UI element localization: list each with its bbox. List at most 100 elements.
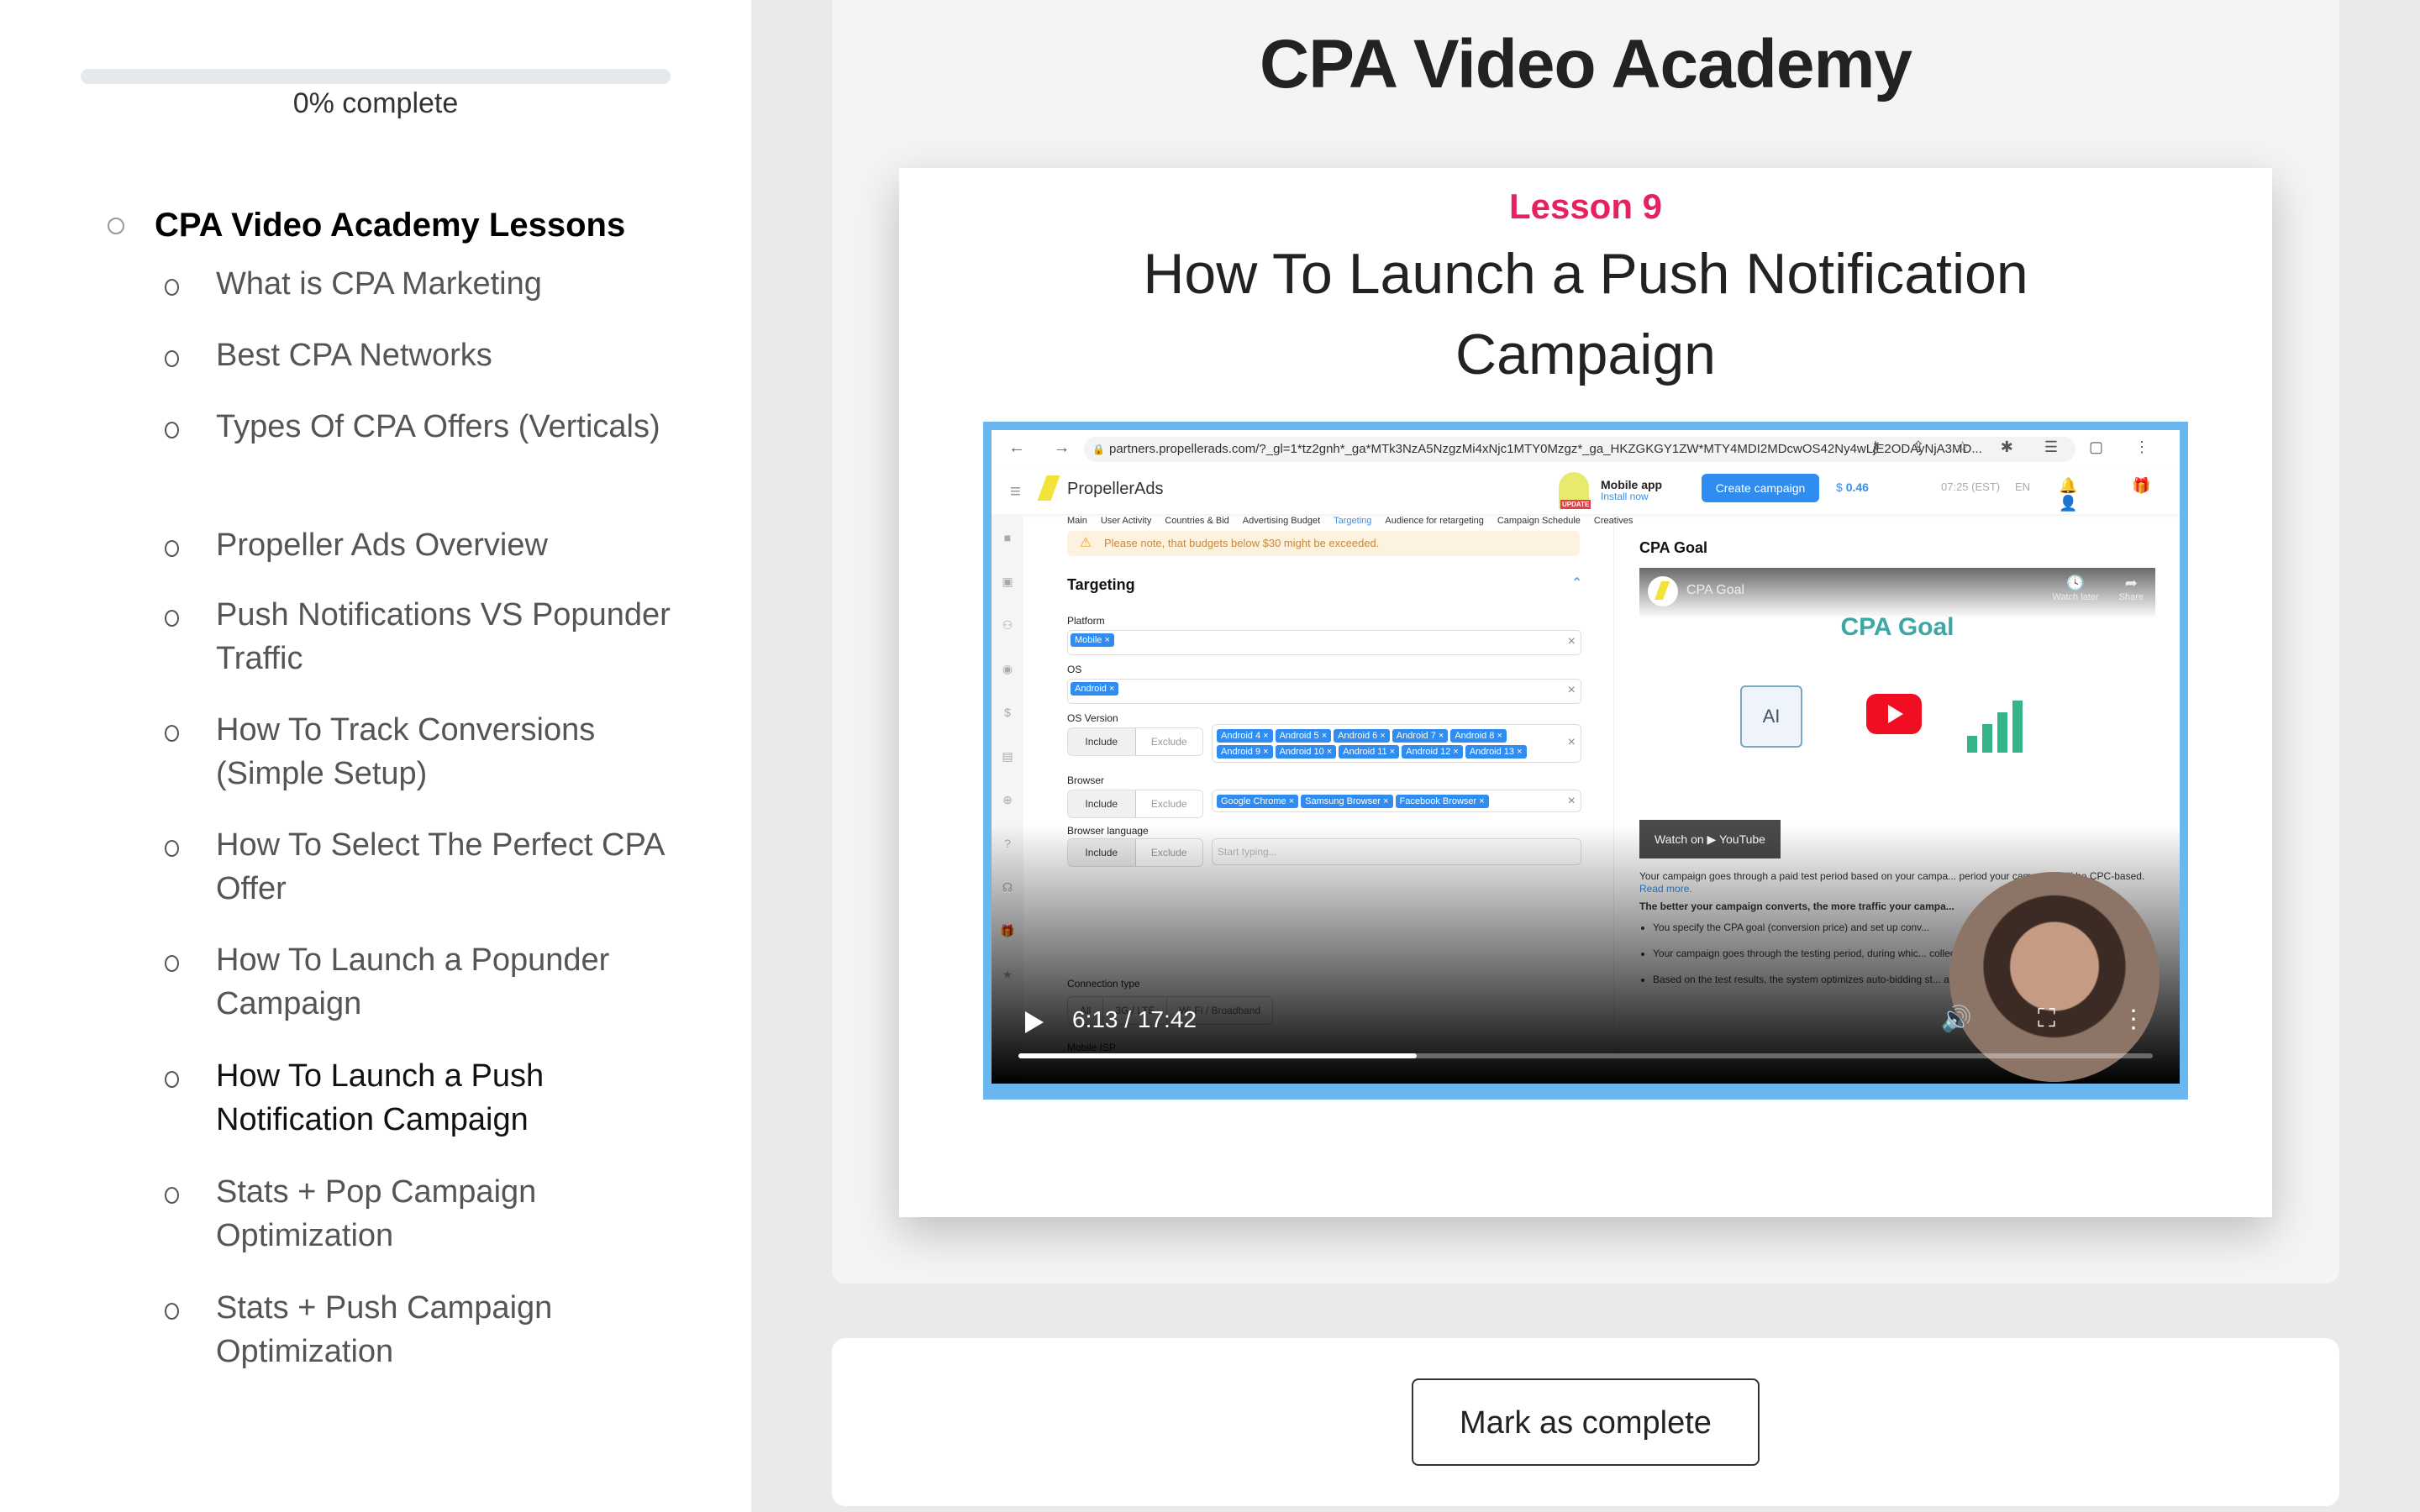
ai-chip-icon: AI <box>1740 685 1802 748</box>
balance-value: 0.46 <box>1845 480 1869 494</box>
video-player[interactable]: ← → C 🔒 partners.propellerads.com/?_gl=1… <box>983 422 2188 1100</box>
campaign-tab: Advertising Budget <box>1242 516 1321 526</box>
dollar-icon: $ <box>1004 706 1011 719</box>
campaign-tab: Campaign Schedule <box>1497 516 1581 526</box>
os-version-label: OS Version <box>1067 712 1118 724</box>
lesson-item[interactable]: Propeller Ads Overview <box>165 523 687 567</box>
clear-icon: × <box>1567 794 1576 808</box>
install-now-link: Install now <box>1601 491 1649 502</box>
selected-chip: Android 8 × <box>1450 729 1507 743</box>
lesson-status-circle-icon <box>165 422 179 438</box>
lesson-item[interactable]: Push Notifications VS Popunder Traffic <box>165 593 687 680</box>
lesson-item-label: Types Of CPA Offers (Verticals) <box>216 409 660 444</box>
lesson-item-label: Stats + Pop Campaign Optimization <box>216 1174 537 1253</box>
browser-toolbar-icons: ⚷ ⇪ ☆ ✱ ☰ ▢ ⋮ <box>1870 438 2163 455</box>
progress-label: 0% complete <box>292 87 459 119</box>
lesson-item[interactable]: Stats + Push Campaign Optimization <box>165 1286 687 1373</box>
lesson-title: How To Launch a Push Notification Campai… <box>1143 242 2028 386</box>
mark-as-complete-button[interactable]: Mark as complete <box>1412 1378 1760 1466</box>
propellerads-brand: PropellerAds <box>1037 474 1164 504</box>
play-icon[interactable] <box>1025 1011 1044 1033</box>
lesson-status-circle-icon <box>165 610 179 627</box>
exclude-toggle: Exclude <box>1150 798 1187 810</box>
clock-time: 07:25 (EST) <box>1941 480 2001 493</box>
mobile-app-promo: UPDATE Mobile app Install now <box>1559 472 1662 509</box>
selected-chip: Android 11 × <box>1339 745 1400 759</box>
campaign-tab: Main <box>1067 516 1087 526</box>
brand-name: PropellerAds <box>1067 479 1164 498</box>
browser-label: Browser <box>1067 774 1105 786</box>
player-right-controls: 🔊 ⛶ ⋮ <box>1941 1005 2146 1034</box>
warning-text: Please note, that budgets below $30 migh… <box>1104 537 1380 549</box>
course-progress-bar <box>81 69 671 84</box>
phone-icon: UPDATE <box>1559 472 1591 509</box>
include-toggle: Include <box>1068 728 1136 755</box>
campaign-tab: Countries & Bid <box>1165 516 1229 526</box>
youtube-thumbnail-title: CPA Goal <box>1840 613 1954 641</box>
selected-chip: Android × <box>1071 682 1119 696</box>
propellerads-logo-icon <box>1037 474 1062 504</box>
os-version-field: Android 4 × Android 5 × Android 6 × Android… <box>1212 724 1581 763</box>
add-circle-icon: ⊕ <box>1002 793 1013 806</box>
currency-symbol: $ <box>1836 480 1843 494</box>
lesson-status-circle-icon <box>165 840 179 857</box>
share-action: ➦ Share <box>2119 575 2144 602</box>
balance: $ 0.46 <box>1836 480 1869 494</box>
lesson-section-title: CPA Video Academy Lessons <box>155 207 626 244</box>
lesson-actions-card: Mark as complete <box>832 1338 2339 1506</box>
lesson-item[interactable]: How To Track Conversions (Simple Setup) <box>165 708 687 795</box>
lesson-number: Lesson 9 <box>1508 186 1663 226</box>
cpa-goal-heading: CPA Goal <box>1639 539 1708 556</box>
clear-icon: × <box>1567 634 1576 648</box>
warning-icon: ⚠ <box>1079 536 1092 550</box>
campaign-tab: Audience for retargeting <box>1385 516 1484 526</box>
selected-chip: Android 9 × <box>1217 745 1273 759</box>
lesson-item[interactable]: How To Launch a Popunder Campaign <box>165 938 687 1026</box>
lesson-item-label: How To Launch a Popunder Campaign <box>216 942 610 1021</box>
targeting-heading: Targeting <box>1067 576 1135 593</box>
update-badge: UPDATE <box>1560 500 1591 509</box>
menu-icon: ≡ <box>1010 480 1021 501</box>
selected-chip: Google Chrome × <box>1217 795 1299 808</box>
os-label: OS <box>1067 664 1082 675</box>
selected-chip: Mobile × <box>1071 633 1114 647</box>
lesson-item[interactable]: Best CPA Networks <box>165 333 687 377</box>
lesson-section-header[interactable]: CPA Video Academy Lessons <box>108 207 625 244</box>
course-sidebar: 0% complete CPA Video Academy Lessons Wh… <box>0 0 751 1512</box>
lesson-item[interactable]: How To Select The Perfect CPA Offer <box>165 823 687 911</box>
volume-icon[interactable]: 🔊 <box>1941 1005 1972 1034</box>
selected-chip: Samsung Browser × <box>1301 795 1393 808</box>
video-seek-bar[interactable] <box>1018 1053 2153 1058</box>
lesson-item[interactable]: How To Launch a Push Notification Campai… <box>165 1054 687 1142</box>
video-seek-progress <box>1018 1053 1417 1058</box>
video-browser-chrome: ← → C 🔒 partners.propellerads.com/?_gl=1… <box>992 430 2180 470</box>
watch-later-action: 🕓 Watch later <box>2052 575 2098 602</box>
lesson-status-circle-icon <box>165 1303 179 1320</box>
os-version-include-exclude: Include Exclude <box>1067 727 1203 756</box>
channel-avatar-icon <box>1648 576 1678 606</box>
share-label: Share <box>2118 592 2144 602</box>
eye-icon: ◉ <box>1002 662 1013 675</box>
youtube-embed: CPA Goal 🕓 Watch later ➦ Share CPA Goal AI… <box>1639 568 2155 858</box>
video-screen[interactable]: ← → C 🔒 partners.propellerads.com/?_gl=1… <box>992 430 2180 1084</box>
video-time: 6:13 / 17:42 <box>1072 1006 1197 1032</box>
youtube-play-icon <box>1866 694 1922 734</box>
browser-include-exclude: Include Exclude <box>1067 790 1203 818</box>
lesson-item-label: Propeller Ads Overview <box>216 528 548 563</box>
fullscreen-icon[interactable]: ⛶ <box>2038 1005 2055 1034</box>
lesson-item[interactable]: Types Of CPA Offers (Verticals) <box>165 405 687 449</box>
selected-chip: Facebook Browser × <box>1395 795 1489 808</box>
campaign-tab: Targeting <box>1334 516 1372 526</box>
browser-url: partners.propellerads.com/?_gl=1*tz2gnh*… <box>1109 442 1982 456</box>
lesson-item-label: How To Select The Perfect CPA Offer <box>216 827 664 906</box>
propellerads-header: ≡ PropellerAds UPDATE Mobile app Install… <box>992 469 2180 514</box>
youtube-video-title: CPA Goal <box>1686 583 1745 597</box>
selected-chip: Android 4 × <box>1217 729 1273 743</box>
lesson-item[interactable]: What is CPA Marketing <box>165 262 687 306</box>
lesson-item[interactable]: Stats + Pop Campaign Optimization <box>165 1170 687 1257</box>
selected-chip: Android 13 × <box>1465 745 1527 759</box>
briefcase-icon: ■ <box>1003 531 1012 544</box>
presenter-webcam <box>1949 872 2160 1082</box>
more-options-icon[interactable]: ⋮ <box>2121 1005 2146 1034</box>
watch-later-label: Watch later <box>2052 592 2099 602</box>
